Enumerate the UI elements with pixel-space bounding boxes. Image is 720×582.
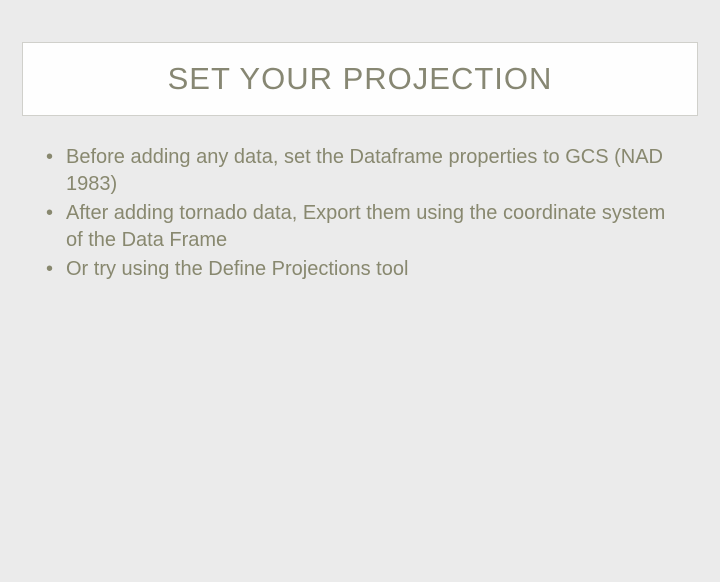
list-item: Before adding any data, set the Datafram… [40,144,680,198]
list-item: After adding tornado data, Export them u… [40,200,680,254]
title-container: SET YOUR PROJECTION [22,42,698,116]
content-area: Before adding any data, set the Datafram… [40,144,680,283]
bullet-list: Before adding any data, set the Datafram… [40,144,680,283]
list-item: Or try using the Define Projections tool [40,256,680,283]
page-title: SET YOUR PROJECTION [43,61,677,97]
